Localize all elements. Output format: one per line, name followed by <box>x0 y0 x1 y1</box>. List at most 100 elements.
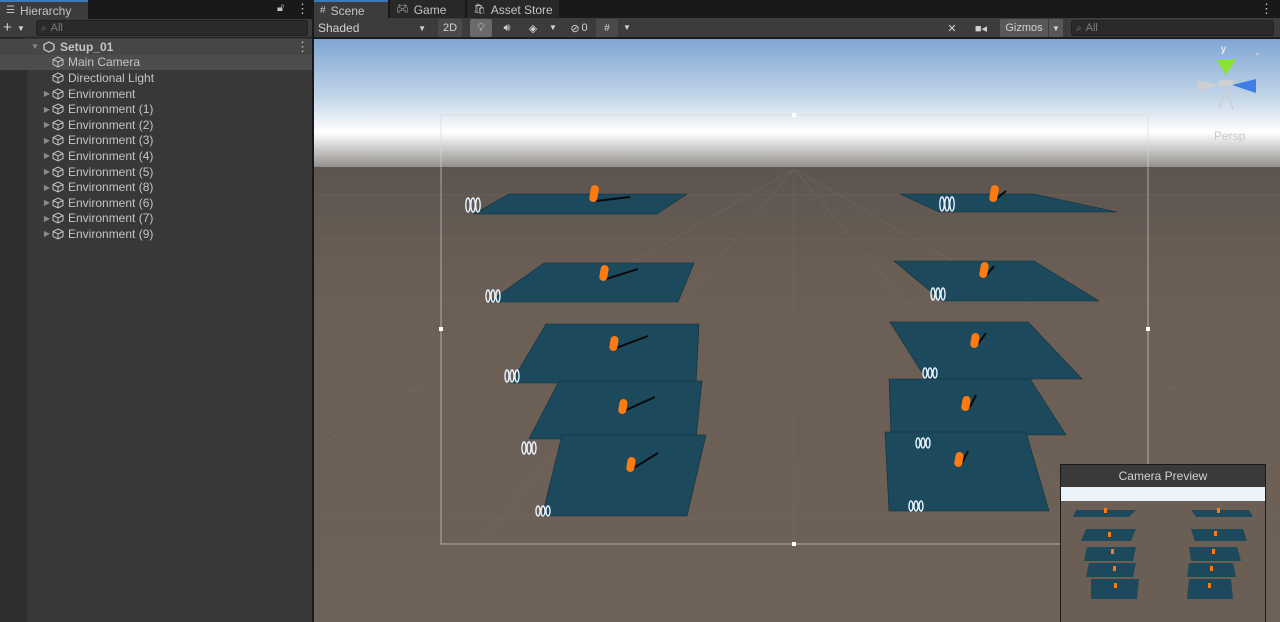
lock-icon[interactable]: 🔓︎ <box>277 2 284 15</box>
expand-arrow-icon[interactable]: ▶ <box>42 105 52 114</box>
speaker-icon: 🔊︎ <box>503 21 511 34</box>
search-icon: ⌕ <box>41 22 47 34</box>
hierarchy-tabbar: ☰ Hierarchy 🔓︎ ⋮ <box>0 0 312 19</box>
eye-slash-icon: ⊘ <box>570 22 580 35</box>
scene-name: Setup_01 <box>60 39 114 54</box>
effects-toggle[interactable]: ◈ <box>522 19 544 37</box>
tab-asset-store-label: Asset Store <box>490 2 553 17</box>
hierarchy-item[interactable]: ▶ Environment (9) <box>0 226 312 242</box>
hierarchy-item[interactable]: ▶ Environment <box>0 86 312 102</box>
hierarchy-item[interactable]: ▶ Environment (5) <box>0 164 312 180</box>
scene-toolbar: Shaded ▼ 2D 💡︎ 🔊︎ ◈ ▼ ⊘ 0 # ▼ ✕ ■◂ Gizmo… <box>314 18 1280 38</box>
grid-icon: # <box>320 5 326 16</box>
gameobject-cube-icon <box>52 197 64 209</box>
gizmos-label: Gizmos <box>1005 22 1043 34</box>
chevron-down-icon[interactable]: ▼ <box>623 23 631 32</box>
tools-button[interactable]: ✕ <box>942 19 962 37</box>
hierarchy-tree: ▼ Setup_01 ⋮ Main Camera Directional Ligh… <box>0 39 312 242</box>
scene-search-input[interactable]: ⌕ All <box>1071 20 1274 36</box>
tab-hierarchy-label: Hierarchy <box>19 3 72 18</box>
expand-arrow-icon[interactable]: ▶ <box>42 89 52 98</box>
lighting-toggle[interactable]: 💡︎ <box>470 19 492 37</box>
hierarchy-item-label: Environment (2) <box>68 117 154 132</box>
hierarchy-item-label: Environment (3) <box>68 133 154 148</box>
hierarchy-panel: ☰ Hierarchy 🔓︎ ⋮ + ▼ ⌕ All ▼ Setup_01 ⋮ <box>0 0 312 622</box>
expand-arrow-icon[interactable]: ▶ <box>42 183 52 192</box>
hierarchy-item-label: Main Camera <box>68 55 141 70</box>
hierarchy-toolbar: + ▼ ⌕ All <box>0 19 312 38</box>
more-options-icon[interactable]: ⋮ <box>296 1 309 17</box>
expand-arrow-icon[interactable]: ▶ <box>42 151 52 160</box>
hierarchy-item[interactable]: Main Camera <box>0 54 312 71</box>
gizmos-button[interactable]: Gizmos <box>1000 19 1048 37</box>
hierarchy-item-label: Environment (7) <box>68 211 154 226</box>
hierarchy-item[interactable]: ▶ Environment (6) <box>0 195 312 211</box>
scene-row[interactable]: ▼ Setup_01 ⋮ <box>0 39 312 55</box>
hierarchy-items: Main Camera Directional Light ▶ Environment… <box>0 54 312 242</box>
lightbulb-icon: 💡︎ <box>477 21 485 34</box>
tab-scene-label: Scene <box>330 3 365 18</box>
expand-arrow-icon[interactable]: ▶ <box>42 136 52 145</box>
camera-preview: Camera Preview <box>1060 464 1266 622</box>
scene-viewport[interactable]: y ▪ Persp Camera Preview <box>314 39 1280 622</box>
gizmos-dropdown[interactable]: ▼ <box>1049 19 1063 37</box>
gameobject-cube-icon <box>52 228 64 240</box>
hierarchy-item[interactable]: ▶ Environment (1) <box>0 101 312 117</box>
hierarchy-item[interactable]: ▶ Environment (4) <box>0 148 312 164</box>
tab-asset-store[interactable]: 🛍︎ Asset Store <box>467 0 559 19</box>
hidden-count: 0 <box>581 22 588 34</box>
expand-arrow-icon[interactable]: ▶ <box>42 229 52 238</box>
hierarchy-search-placeholder: All <box>50 22 63 34</box>
scene-visibility-toggle[interactable]: ⊘ 0 <box>564 19 594 37</box>
tab-hierarchy[interactable]: ☰ Hierarchy <box>0 0 88 19</box>
hierarchy-item[interactable]: Directional Light <box>0 70 312 86</box>
unity-editor: ☰ Hierarchy 🔓︎ ⋮ + ▼ ⌕ All ▼ Setup_01 ⋮ <box>0 0 1280 622</box>
scene-menu-icon[interactable]: ⋮ <box>296 39 309 55</box>
toggle-2d-button[interactable]: 2D <box>438 19 462 37</box>
audio-toggle[interactable]: 🔊︎ <box>496 19 518 37</box>
hierarchy-item[interactable]: ▶ Environment (8) <box>0 179 312 195</box>
expand-arrow-icon[interactable]: ▶ <box>42 198 52 207</box>
expand-arrow-icon[interactable]: ▼ <box>30 42 40 51</box>
lock-icon[interactable]: ▪ <box>1256 49 1259 59</box>
toggle-2d-label: 2D <box>442 22 458 34</box>
gameobject-cube-icon <box>52 72 64 84</box>
tab-scene[interactable]: # Scene <box>314 0 388 19</box>
gameobject-cube-icon <box>52 119 64 131</box>
chevron-down-icon: ▼ <box>418 23 426 33</box>
grid-toggle[interactable]: # <box>596 19 618 37</box>
scene-search-placeholder: All <box>1085 22 1098 34</box>
more-options-icon[interactable]: ⋮ <box>1260 1 1273 17</box>
hierarchy-item-label: Environment (6) <box>68 195 154 210</box>
camera-settings-button[interactable]: ■◂ <box>966 19 996 37</box>
hierarchy-item[interactable]: ▶ Environment (2) <box>0 117 312 133</box>
gameobject-cube-icon <box>52 88 64 100</box>
expand-arrow-icon[interactable]: ▶ <box>42 120 52 129</box>
add-icon[interactable]: + <box>3 19 12 37</box>
scene-panel: # Scene 🎮︎ Game 🛍︎ Asset Store ⋮ Shaded … <box>314 0 1280 622</box>
expand-arrow-icon[interactable]: ▶ <box>42 167 52 176</box>
layers-icon: ◈ <box>528 22 538 35</box>
chevron-down-icon[interactable]: ▼ <box>549 23 557 32</box>
expand-arrow-icon[interactable]: ▶ <box>42 214 52 223</box>
hierarchy-item-label: Environment <box>68 86 136 101</box>
hierarchy-item-label: Directional Light <box>68 70 155 85</box>
camera-preview-title: Camera Preview <box>1061 465 1265 487</box>
video-camera-icon: ■◂ <box>974 22 988 35</box>
shading-mode-value: Shaded <box>318 21 360 35</box>
tab-game[interactable]: 🎮︎ Game <box>390 0 465 19</box>
projection-label[interactable]: Persp <box>1214 129 1245 143</box>
gameobject-cube-icon <box>52 212 64 224</box>
gameobject-cube-icon <box>52 103 64 115</box>
search-icon: ⌕ <box>1076 22 1082 34</box>
chevron-down-icon[interactable]: ▼ <box>17 20 25 38</box>
hierarchy-item[interactable]: ▶ Environment (3) <box>0 133 312 149</box>
grid-icon: # <box>604 22 610 34</box>
gamepad-icon: 🎮︎ <box>396 4 409 15</box>
shading-mode-dropdown[interactable]: Shaded ▼ <box>314 18 432 38</box>
hierarchy-item-label: Environment (4) <box>68 148 154 163</box>
wrench-icon: ✕ <box>947 22 957 35</box>
list-icon: ☰ <box>6 5 15 16</box>
hierarchy-search-input[interactable]: ⌕ All <box>36 20 308 36</box>
hierarchy-item[interactable]: ▶ Environment (7) <box>0 211 312 227</box>
